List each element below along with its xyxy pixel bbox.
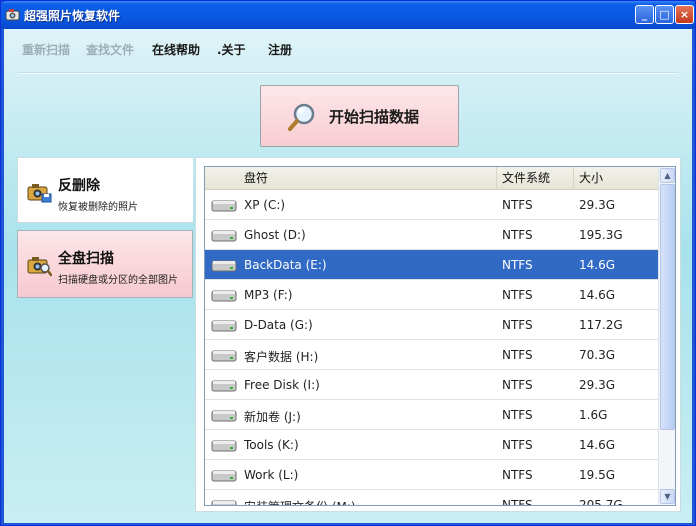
window-title: 超强照片恢复软件 xyxy=(24,9,121,23)
scroll-down-button[interactable]: ▼ xyxy=(660,489,675,504)
drive-row[interactable]: 安装管理文备份 (M:) NTFS 205.7G xyxy=(205,490,658,506)
drive-filesystem: NTFS xyxy=(502,408,533,422)
drive-name: 安装管理文备份 (M:) xyxy=(244,498,356,505)
drive-row[interactable]: 客户数据 (H:) NTFS 70.3G xyxy=(205,340,658,370)
drive-list-scrollbar[interactable]: ▲ ▼ xyxy=(658,167,675,505)
drive-filesystem: NTFS xyxy=(502,348,533,362)
drive-name: Free Disk (I:) xyxy=(244,378,320,392)
drive-filesystem: NTFS xyxy=(502,228,533,242)
camera-search-icon xyxy=(27,257,52,277)
drive-name: Ghost (D:) xyxy=(244,228,306,242)
drive-filesystem: NTFS xyxy=(502,198,533,212)
drive-name: Tools (K:) xyxy=(244,438,299,452)
mode-panel: 反删除 恢复被删除的照片 全盘扫描 扫描硬盘或分区的全部图片 xyxy=(17,157,195,507)
drive-size: 19.5G xyxy=(579,468,616,482)
drive-row[interactable]: Free Disk (I:) NTFS 29.3G xyxy=(205,370,658,400)
drive-panel: 盘符 文件系统 大小 XP (C:) NTFS 29.3G Ghost (D:) NTF… xyxy=(195,157,681,512)
maximize-button[interactable]: □ xyxy=(655,5,674,24)
hard-drive-icon xyxy=(211,320,237,332)
drive-list: 盘符 文件系统 大小 XP (C:) NTFS 29.3G Ghost (D:) NTF… xyxy=(204,166,676,506)
drive-name: D-Data (G:) xyxy=(244,318,313,332)
minimize-button[interactable]: _ xyxy=(635,5,654,24)
drive-row[interactable]: BackData (E:) NTFS 14.6G xyxy=(205,250,658,280)
drive-row[interactable]: MP3 (F:) NTFS 14.6G xyxy=(205,280,658,310)
hard-drive-icon xyxy=(211,350,237,362)
drive-size: 14.6G xyxy=(579,438,616,452)
column-header-size[interactable]: 大小 xyxy=(574,167,658,189)
drive-name: XP (C:) xyxy=(244,198,286,212)
drive-row[interactable]: Work (L:) NTFS 19.5G xyxy=(205,460,658,490)
mode-full-scan[interactable]: 全盘扫描 扫描硬盘或分区的全部图片 xyxy=(17,230,193,298)
mode-undelete-desc: 恢复被删除的照片 xyxy=(58,202,138,213)
drive-list-header: 盘符 文件系统 大小 xyxy=(205,167,658,190)
mode-undelete-title: 反删除 xyxy=(58,178,100,194)
menu-online-help[interactable]: 在线帮助 xyxy=(152,41,200,58)
close-button[interactable]: × xyxy=(675,5,694,24)
drive-name: 客户数据 (H:) xyxy=(244,350,319,364)
drive-list-rows: XP (C:) NTFS 29.3G Ghost (D:) NTFS 195.3G Back… xyxy=(205,190,658,506)
drive-row[interactable]: Ghost (D:) NTFS 195.3G xyxy=(205,220,658,250)
drive-filesystem: NTFS xyxy=(502,258,533,272)
drive-name: BackData (E:) xyxy=(244,258,327,272)
drive-row[interactable]: D-Data (G:) NTFS 117.2G xyxy=(205,310,658,340)
app-window: 超强照片恢复软件 _ □ × 重新扫描 查找文件 在线帮助 .关于 注册 开始扫… xyxy=(0,0,696,526)
drive-filesystem: NTFS xyxy=(502,288,533,302)
menu-about[interactable]: .关于 xyxy=(217,41,246,58)
hard-drive-icon xyxy=(211,470,237,482)
drive-size: 29.3G xyxy=(579,378,616,392)
mode-full-scan-title: 全盘扫描 xyxy=(58,251,114,267)
start-scan-button[interactable]: 开始扫描数据 xyxy=(260,85,459,147)
mode-full-scan-desc: 扫描硬盘或分区的全部图片 xyxy=(58,275,178,286)
drive-size: 117.2G xyxy=(579,318,623,332)
scroll-up-button[interactable]: ▲ xyxy=(660,168,675,183)
drive-row[interactable]: 新加卷 (J:) NTFS 1.6G xyxy=(205,400,658,430)
drive-size: 1.6G xyxy=(579,408,608,422)
hard-drive-icon xyxy=(211,410,237,422)
drive-row[interactable]: XP (C:) NTFS 29.3G xyxy=(205,190,658,220)
drive-row[interactable]: Tools (K:) NTFS 14.6G xyxy=(205,430,658,460)
hard-drive-icon xyxy=(211,230,237,242)
menu-rescan[interactable]: 重新扫描 xyxy=(22,41,70,58)
drive-filesystem: NTFS xyxy=(502,468,533,482)
drive-name: Work (L:) xyxy=(244,468,299,482)
drive-filesystem: NTFS xyxy=(502,378,533,392)
hard-drive-icon xyxy=(211,290,237,302)
hard-drive-icon xyxy=(211,380,237,392)
client-area: 重新扫描 查找文件 在线帮助 .关于 注册 开始扫描数据 反删除 恢复被删除的照… xyxy=(4,29,692,523)
magnifier-icon xyxy=(288,103,315,131)
column-header-filesystem[interactable]: 文件系统 xyxy=(497,167,574,189)
menu-divider xyxy=(18,72,678,74)
app-icon xyxy=(5,9,20,21)
start-scan-label: 开始扫描数据 xyxy=(329,108,420,126)
drive-size: 205.7G xyxy=(579,498,623,506)
drive-name: 新加卷 (J:) xyxy=(244,410,301,424)
hard-drive-icon xyxy=(211,500,237,505)
drive-size: 14.6G xyxy=(579,288,616,302)
drive-size: 70.3G xyxy=(579,348,616,362)
drive-size: 29.3G xyxy=(579,198,616,212)
menu-register[interactable]: 注册 xyxy=(268,41,292,58)
drive-filesystem: NTFS xyxy=(502,318,533,332)
drive-filesystem: NTFS xyxy=(502,498,533,506)
hard-drive-icon xyxy=(211,440,237,452)
scroll-thumb[interactable] xyxy=(660,184,675,430)
title-bar[interactable]: 超强照片恢复软件 _ □ × xyxy=(1,1,695,29)
menu-find-files[interactable]: 查找文件 xyxy=(86,41,134,58)
column-header-drive[interactable]: 盘符 xyxy=(205,167,497,189)
hard-drive-icon xyxy=(211,200,237,212)
drive-size: 195.3G xyxy=(579,228,623,242)
drive-name: MP3 (F:) xyxy=(244,288,293,302)
drive-size: 14.6G xyxy=(579,258,616,272)
camera-undelete-icon xyxy=(27,184,52,203)
mode-undelete[interactable]: 反删除 恢复被删除的照片 xyxy=(17,157,193,223)
hard-drive-icon xyxy=(211,260,237,272)
drive-filesystem: NTFS xyxy=(502,438,533,452)
